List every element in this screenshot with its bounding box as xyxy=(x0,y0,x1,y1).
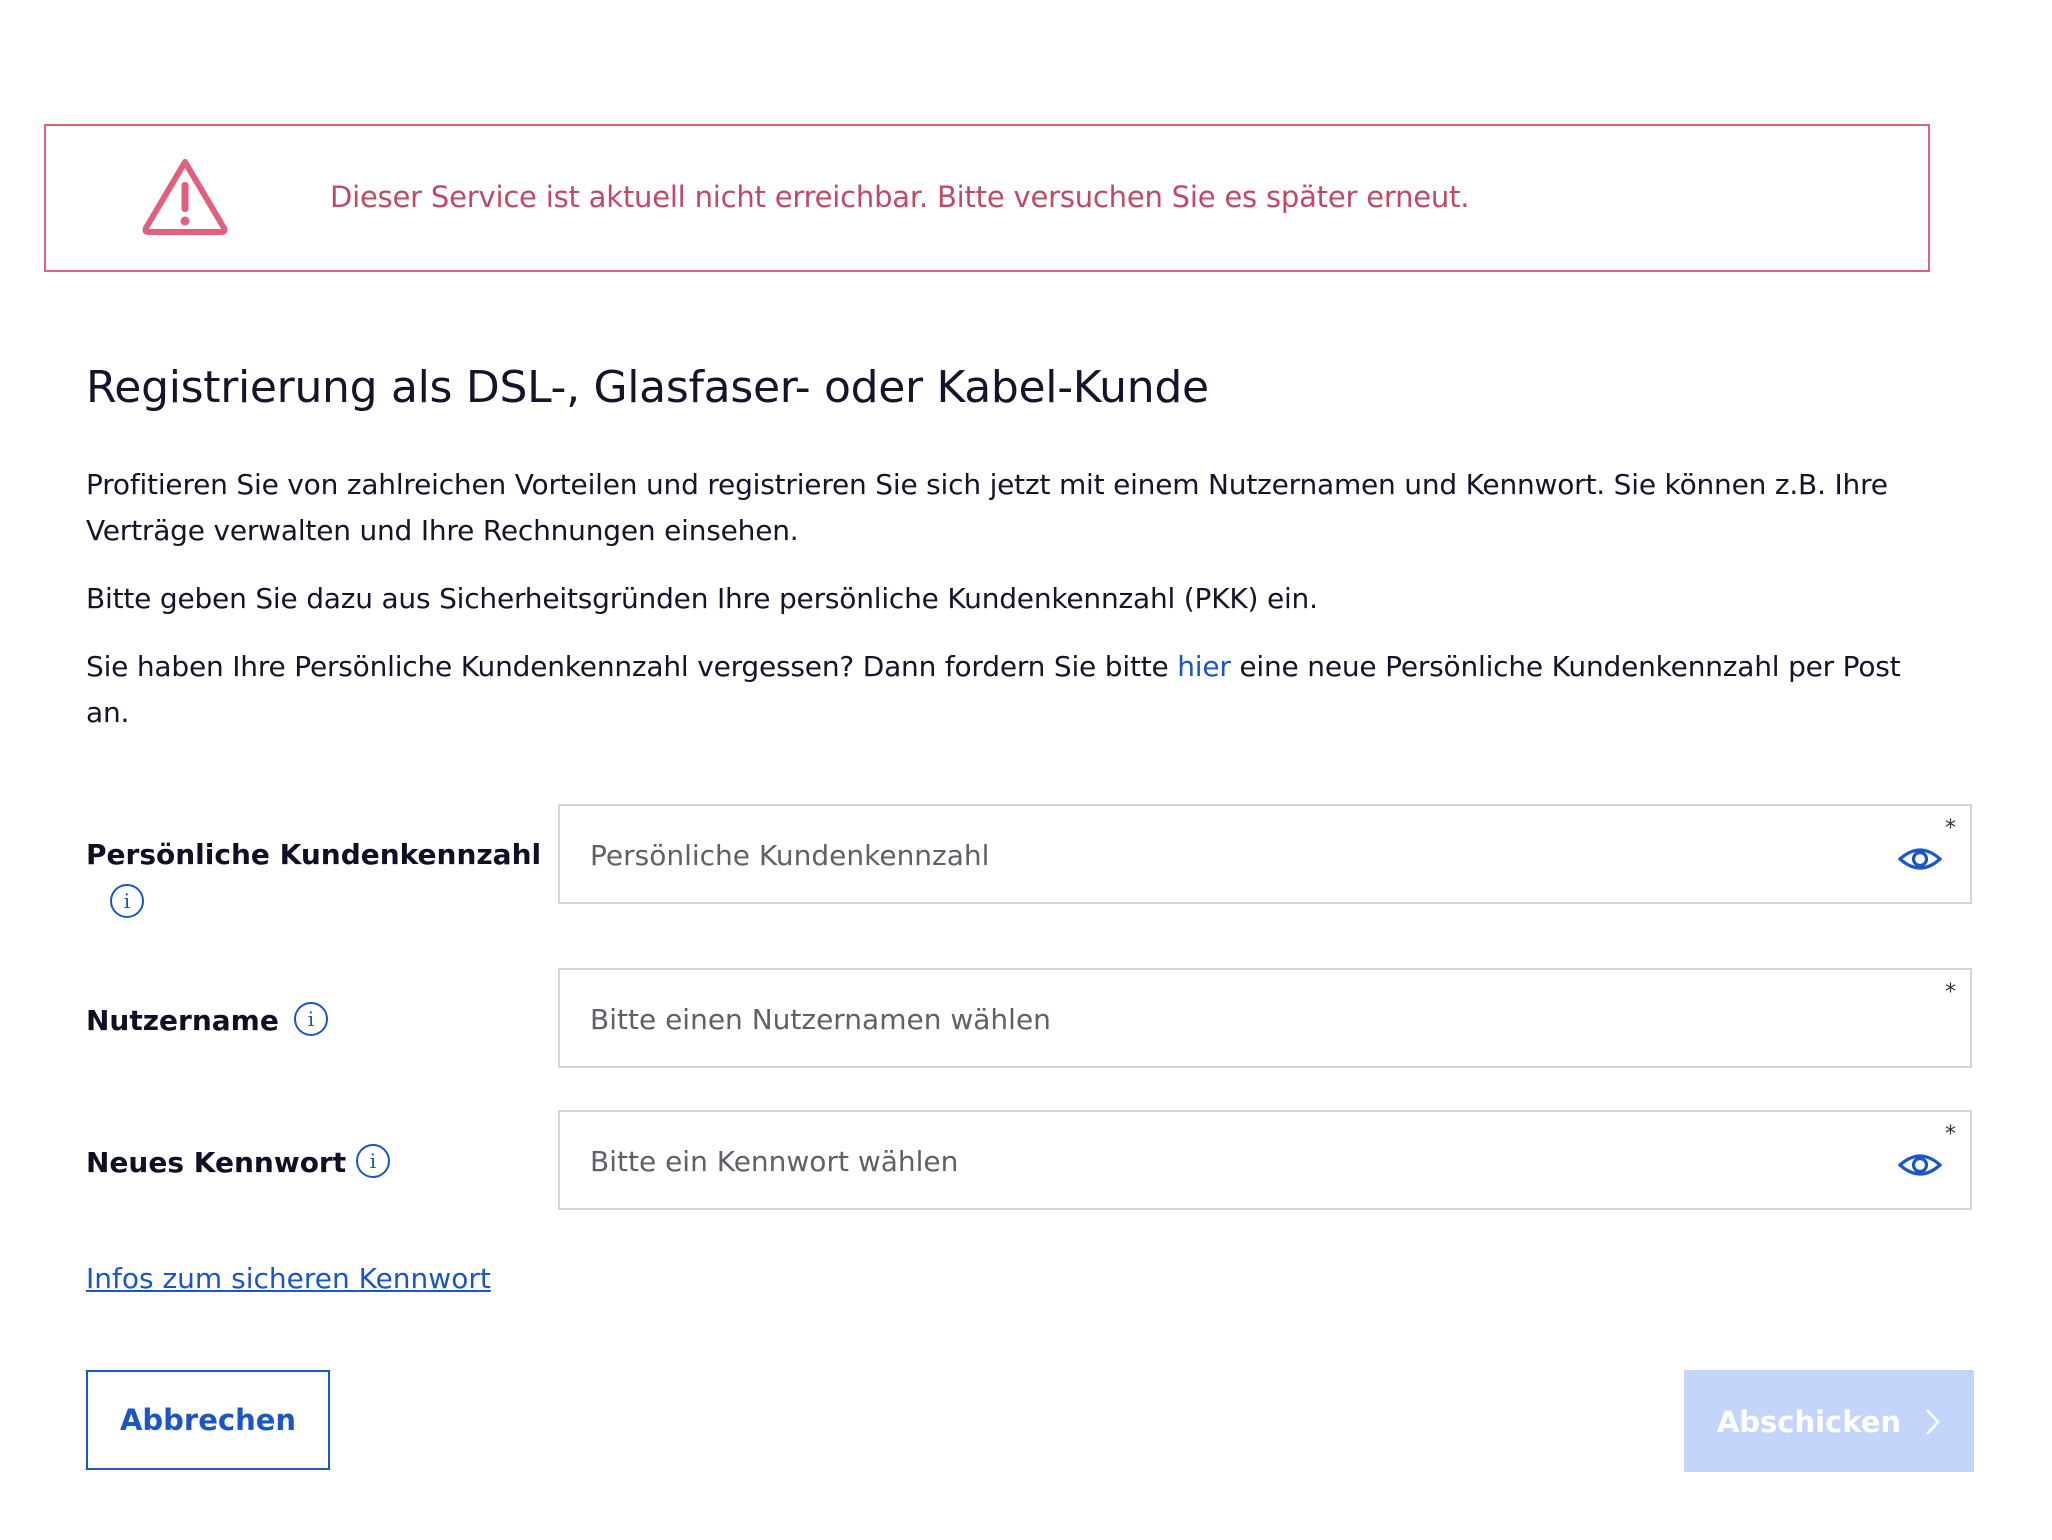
page-title: Registrierung als DSL-, Glasfaser- oder … xyxy=(86,362,1209,413)
chevron-right-icon xyxy=(1926,1409,1940,1435)
username-required-marker: * xyxy=(1945,980,1956,1005)
pkk-hint-text: Bitte geben Sie dazu aus Sicherheitsgrün… xyxy=(86,582,1318,615)
username-info-icon[interactable]: i xyxy=(294,1002,328,1036)
pkk-info-icon[interactable]: i xyxy=(110,884,144,918)
submit-button[interactable]: Abschicken xyxy=(1684,1370,1974,1472)
username-label: Nutzername xyxy=(86,1004,279,1037)
pkk-label: Persönliche Kundenkennzahl xyxy=(86,838,542,871)
pkk-field: * xyxy=(558,804,1972,904)
password-field: * xyxy=(558,1110,1972,1210)
submit-button-label: Abschicken xyxy=(1716,1405,1902,1439)
error-alert: Dieser Service ist aktuell nicht erreich… xyxy=(44,124,1930,272)
alert-message: Dieser Service ist aktuell nicht erreich… xyxy=(330,180,1470,214)
pkk-required-marker: * xyxy=(1945,816,1956,841)
show-password-eye-icon[interactable] xyxy=(1898,1150,1942,1180)
password-info-icon[interactable]: i xyxy=(356,1144,390,1178)
username-input[interactable] xyxy=(590,998,1830,1040)
password-info-link[interactable]: Infos zum sicheren Kennwort xyxy=(86,1262,491,1295)
cancel-button[interactable]: Abbrechen xyxy=(86,1370,330,1470)
forgot-pkk-text: Sie haben Ihre Persönliche Kundenkennzah… xyxy=(86,644,1946,736)
forgot-pkk-text-before: Sie haben Ihre Persönliche Kundenkennzah… xyxy=(86,650,1178,683)
password-input[interactable] xyxy=(590,1140,1830,1182)
intro-text: Profitieren Sie von zahlreichen Vorteile… xyxy=(86,468,1888,547)
username-field: * xyxy=(558,968,1972,1068)
request-new-pkk-link[interactable]: hier xyxy=(1177,650,1231,683)
password-label: Neues Kennwort xyxy=(86,1146,347,1179)
warning-triangle-icon xyxy=(142,159,228,235)
pkk-input[interactable] xyxy=(590,834,1830,876)
show-pkk-eye-icon[interactable] xyxy=(1898,844,1942,874)
password-required-marker: * xyxy=(1945,1122,1956,1147)
